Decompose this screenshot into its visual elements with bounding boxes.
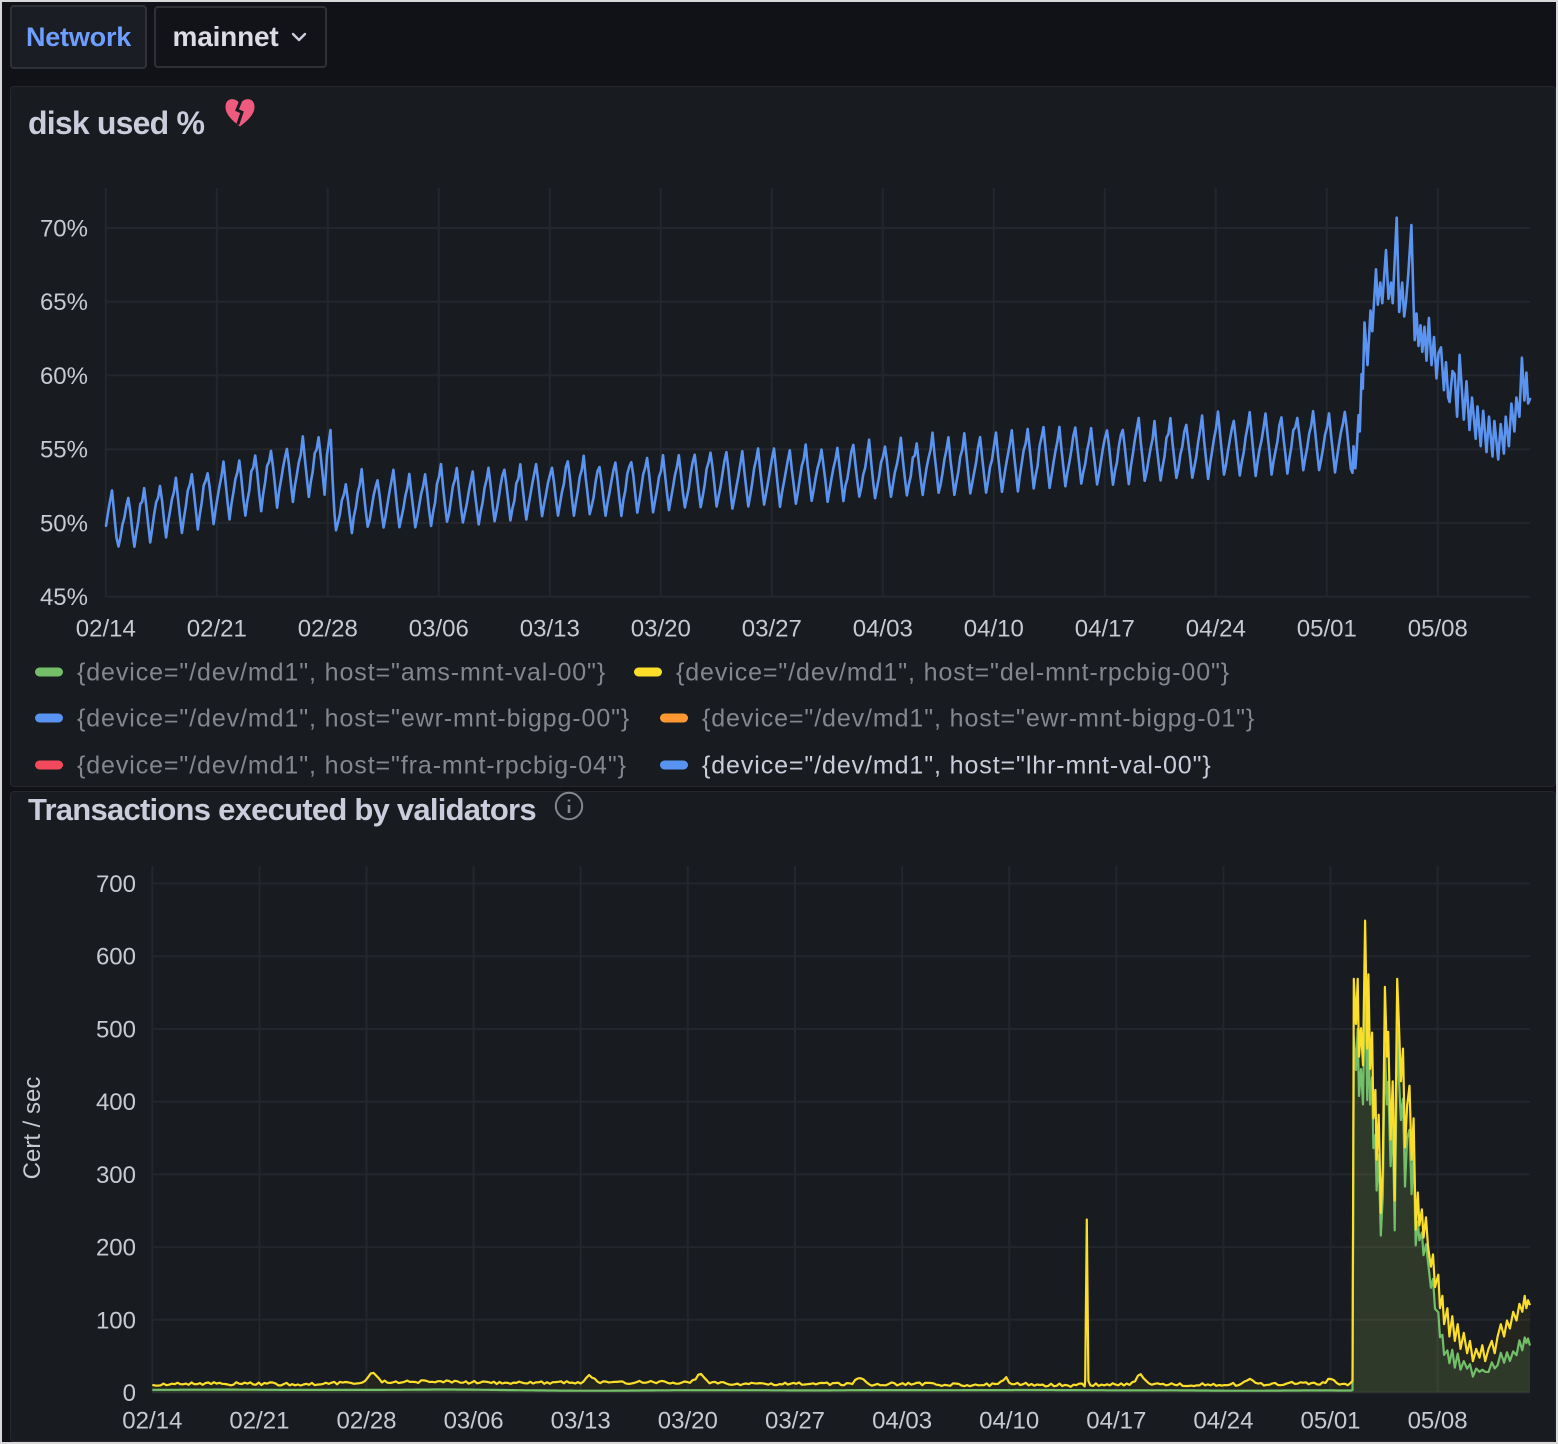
- svg-text:03/06: 03/06: [444, 1408, 504, 1435]
- svg-text:04/17: 04/17: [1075, 616, 1135, 643]
- svg-text:300: 300: [96, 1162, 136, 1189]
- svg-text:{device="/dev/md1", host="ewr-: {device="/dev/md1", host="ewr-mnt-bigpg-…: [77, 705, 630, 733]
- svg-text:05/01: 05/01: [1297, 616, 1357, 643]
- svg-text:03/20: 03/20: [658, 1408, 718, 1435]
- svg-text:0: 0: [123, 1380, 136, 1407]
- svg-text:03/27: 03/27: [765, 1408, 825, 1435]
- svg-text:400: 400: [96, 1089, 136, 1116]
- svg-text:60%: 60%: [40, 363, 88, 390]
- svg-text:{device="/dev/md1", host="ewr-: {device="/dev/md1", host="ewr-mnt-bigpg-…: [702, 705, 1255, 733]
- svg-text:500: 500: [96, 1017, 136, 1044]
- svg-text:{device="/dev/md1", host="ams-: {device="/dev/md1", host="ams-mnt-val-00…: [77, 659, 606, 687]
- svg-text:04/10: 04/10: [979, 1408, 1039, 1435]
- svg-text:03/06: 03/06: [409, 616, 469, 643]
- svg-text:disk used %: disk used %: [28, 105, 205, 141]
- svg-text:04/03: 04/03: [853, 616, 913, 643]
- svg-text:02/21: 02/21: [229, 1408, 289, 1435]
- svg-text:03/27: 03/27: [742, 616, 802, 643]
- svg-text:03/20: 03/20: [631, 616, 691, 643]
- svg-text:Transactions executed by valid: Transactions executed by validators: [28, 792, 536, 827]
- svg-text:700: 700: [96, 871, 136, 898]
- svg-text:02/28: 02/28: [336, 1408, 396, 1435]
- svg-text:04/24: 04/24: [1186, 616, 1246, 643]
- svg-text:04/17: 04/17: [1086, 1408, 1146, 1435]
- svg-text:70%: 70%: [40, 216, 88, 243]
- svg-text:04/10: 04/10: [964, 616, 1024, 643]
- svg-text:100: 100: [96, 1307, 136, 1334]
- svg-text:45%: 45%: [40, 584, 88, 611]
- svg-text:02/14: 02/14: [122, 1408, 182, 1435]
- svg-text:04/24: 04/24: [1193, 1408, 1253, 1435]
- svg-text:02/14: 02/14: [76, 616, 136, 643]
- svg-text:05/01: 05/01: [1300, 1408, 1360, 1435]
- svg-text:{device="/dev/md1", host="fra-: {device="/dev/md1", host="fra-mnt-rpcbig…: [77, 752, 627, 780]
- svg-text:600: 600: [96, 944, 136, 971]
- svg-text:65%: 65%: [40, 289, 88, 316]
- svg-text:{device="/dev/md1", host="del-: {device="/dev/md1", host="del-mnt-rpcbig…: [676, 659, 1230, 687]
- svg-text:Cert / sec: Cert / sec: [19, 1077, 46, 1180]
- svg-text:50%: 50%: [40, 510, 88, 537]
- svg-text:05/08: 05/08: [1408, 616, 1468, 643]
- svg-text:03/13: 03/13: [520, 616, 580, 643]
- svg-text:{device="/dev/md1", host="lhr-: {device="/dev/md1", host="lhr-mnt-val-00…: [702, 752, 1212, 780]
- svg-text:04/03: 04/03: [872, 1408, 932, 1435]
- svg-text:200: 200: [96, 1235, 136, 1262]
- svg-text:02/28: 02/28: [298, 616, 358, 643]
- svg-text:02/21: 02/21: [187, 616, 247, 643]
- svg-text:03/13: 03/13: [551, 1408, 611, 1435]
- svg-text:05/08: 05/08: [1408, 1408, 1468, 1435]
- svg-text:55%: 55%: [40, 437, 88, 464]
